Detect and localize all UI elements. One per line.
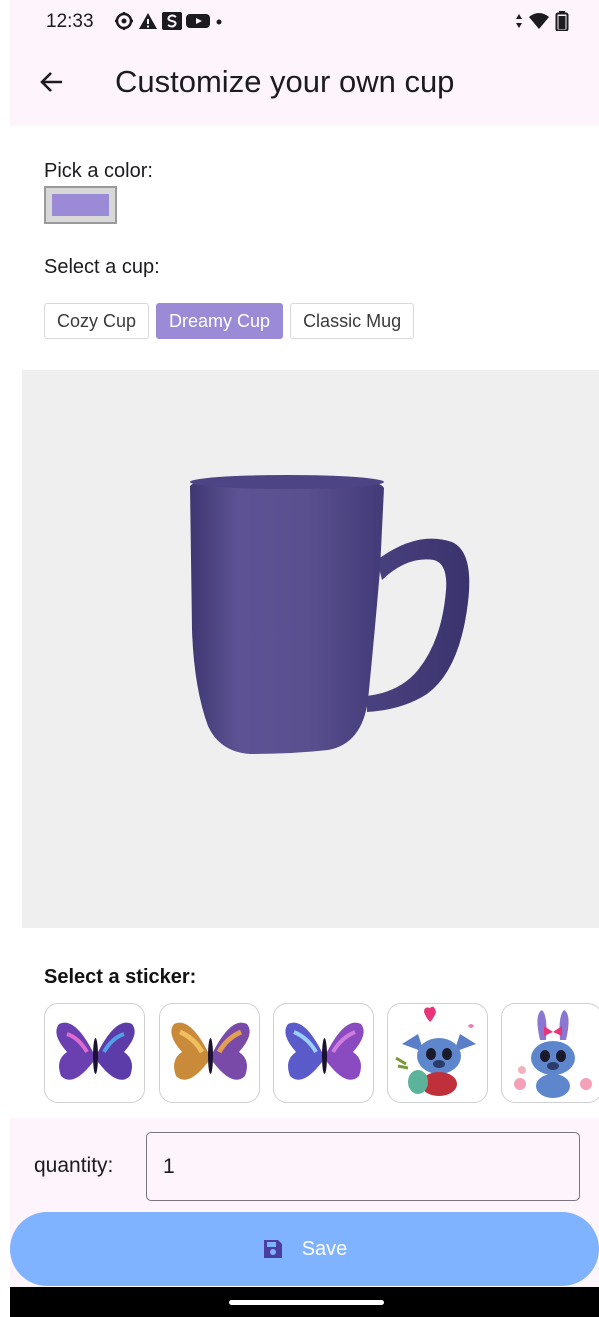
- sticker-stitch-bow[interactable]: [501, 1003, 599, 1103]
- status-bar: 12:33: [10, 0, 599, 46]
- floppy-disk-icon: [263, 1240, 282, 1258]
- wifi-icon: [529, 13, 549, 29]
- select-sticker-label: Select a sticker:: [44, 966, 197, 988]
- save-button-label: Save: [301, 1237, 348, 1260]
- cup-option-cozy[interactable]: Cozy Cup: [44, 303, 150, 339]
- save-button[interactable]: Save: [10, 1212, 599, 1286]
- select-cup-label: Select a cup:: [44, 256, 160, 278]
- settings-icon: [115, 12, 133, 30]
- mug-illustration: [190, 475, 470, 754]
- youtube-icon: [186, 14, 210, 28]
- alert-icon: [139, 13, 157, 29]
- butterfly-icon: [285, 1022, 364, 1080]
- butterfly-icon: [171, 1022, 250, 1080]
- status-system-icons: [515, 11, 569, 31]
- system-nav-bar: [10, 1287, 599, 1317]
- status-notification-icons: [114, 11, 224, 31]
- home-indicator[interactable]: [229, 1300, 384, 1305]
- dot-icon: [216, 19, 222, 25]
- cup-preview[interactable]: [22, 370, 599, 928]
- status-time: 12:33: [46, 11, 94, 32]
- cup-option-classic[interactable]: Classic Mug: [290, 303, 415, 339]
- butterfly-icon: [56, 1022, 135, 1080]
- mug-handle: [367, 538, 470, 712]
- color-picker-button[interactable]: [44, 186, 117, 224]
- sticker-stitch-heart[interactable]: [387, 1003, 488, 1103]
- quantity-label: quantity:: [34, 1154, 114, 1177]
- sticker-butterfly-blue[interactable]: [273, 1003, 374, 1103]
- app-bar: Customize your own cup: [10, 46, 599, 126]
- stitch-character-icon: [514, 1010, 592, 1098]
- pick-color-label: Pick a color:: [44, 160, 153, 182]
- cup-options: Cozy Cup Dreamy Cup Classic Mug: [44, 303, 415, 339]
- stitch-character-icon: [395, 1006, 476, 1096]
- sticker-butterfly-purple[interactable]: [44, 1003, 145, 1103]
- data-arrows-icon: [516, 14, 522, 28]
- s-app-icon: [162, 12, 182, 30]
- sticker-butterfly-gold[interactable]: [159, 1003, 260, 1103]
- mug-rim: [190, 475, 384, 489]
- arrow-left-icon: [40, 72, 62, 92]
- cup-option-dreamy[interactable]: Dreamy Cup: [156, 303, 284, 339]
- page-title: Customize your own cup: [115, 64, 455, 99]
- quantity-input[interactable]: [146, 1132, 580, 1201]
- mug-body: [190, 476, 384, 754]
- back-button[interactable]: [34, 64, 70, 100]
- battery-icon: [555, 11, 569, 31]
- sticker-list: [44, 1003, 599, 1105]
- selected-color-fill: [52, 194, 109, 216]
